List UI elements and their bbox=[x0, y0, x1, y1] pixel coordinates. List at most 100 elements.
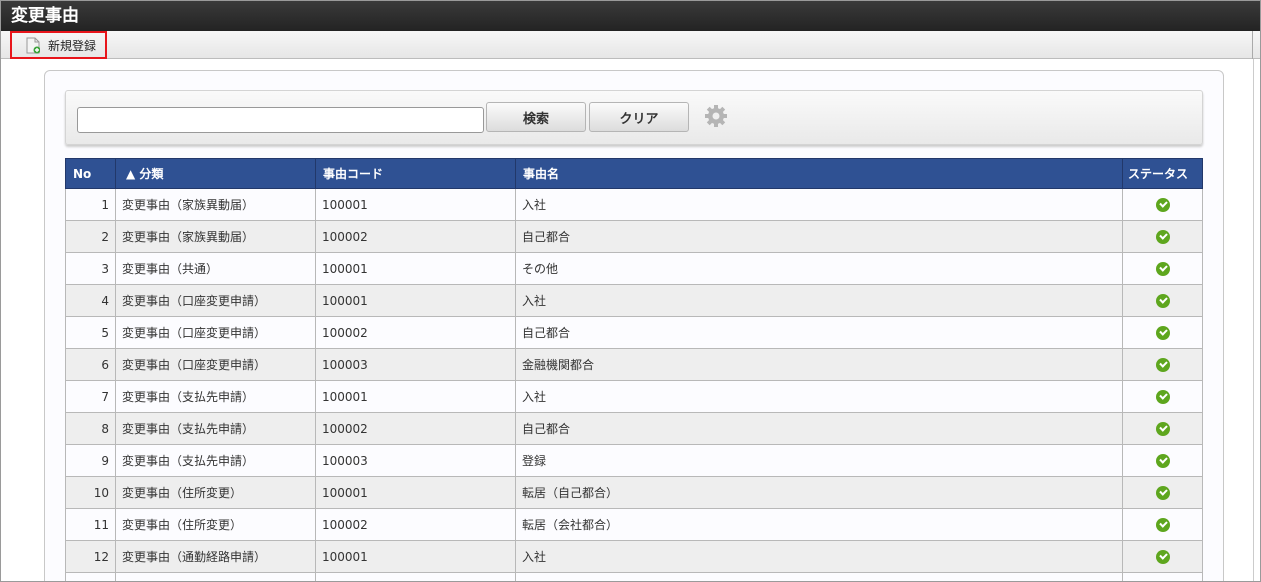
cell-status bbox=[1122, 540, 1203, 573]
cell-category[interactable]: 変更事由（口座変更申請） bbox=[115, 316, 316, 349]
table-row[interactable]: 3 変更事由（共通） 100001 その他 bbox=[65, 252, 1203, 285]
table-row[interactable] bbox=[65, 572, 1203, 581]
cell-no: 5 bbox=[65, 316, 116, 349]
cell-name: 入社 bbox=[515, 540, 1123, 573]
cell-empty bbox=[65, 572, 116, 581]
cell-name: 転居（自己都合） bbox=[515, 476, 1123, 509]
cell-status bbox=[1122, 252, 1203, 285]
cell-code: 100003 bbox=[315, 348, 516, 381]
check-circle-icon bbox=[1155, 453, 1170, 468]
search-button[interactable]: 検索 bbox=[486, 102, 586, 132]
right-divider bbox=[1253, 59, 1254, 581]
cell-status bbox=[1122, 348, 1203, 381]
check-circle-icon bbox=[1155, 389, 1170, 404]
cell-code: 100002 bbox=[315, 412, 516, 445]
col-status[interactable]: ステータス bbox=[1122, 158, 1203, 189]
cell-category[interactable]: 変更事由（住所変更） bbox=[115, 476, 316, 509]
content-panel: 検索 クリア No ▲ 分類 事由コード 事由名 ステータス 1 変更事由（家族… bbox=[44, 70, 1224, 581]
cell-code: 100001 bbox=[315, 188, 516, 221]
clear-button[interactable]: クリア bbox=[589, 102, 689, 132]
cell-no: 12 bbox=[65, 540, 116, 573]
cell-status bbox=[1122, 220, 1203, 253]
table-row[interactable]: 6 変更事由（口座変更申請） 100003 金融機関都合 bbox=[65, 348, 1203, 381]
gear-icon[interactable] bbox=[704, 104, 728, 128]
cell-name: 自己都合 bbox=[515, 220, 1123, 253]
col-no[interactable]: No bbox=[65, 158, 116, 189]
cell-category[interactable]: 変更事由（通勤経路申請） bbox=[115, 540, 316, 573]
table-row[interactable]: 1 変更事由（家族異動届） 100001 入社 bbox=[65, 188, 1203, 221]
search-input[interactable] bbox=[77, 107, 484, 133]
check-circle-icon bbox=[1155, 293, 1170, 308]
table-row[interactable]: 11 変更事由（住所変更） 100002 転居（会社都合） bbox=[65, 508, 1203, 541]
new-registration-button[interactable]: 新規登録 bbox=[10, 31, 107, 59]
check-circle-icon bbox=[1155, 261, 1170, 276]
cell-status bbox=[1122, 316, 1203, 349]
cell-category[interactable]: 変更事由（住所変更） bbox=[115, 508, 316, 541]
check-circle-icon bbox=[1155, 421, 1170, 436]
toolbar-divider bbox=[1252, 31, 1253, 59]
table-header: No ▲ 分類 事由コード 事由名 ステータス bbox=[65, 158, 1203, 189]
cell-name: その他 bbox=[515, 252, 1123, 285]
cell-category[interactable]: 変更事由（支払先申請） bbox=[115, 380, 316, 413]
cell-no: 4 bbox=[65, 284, 116, 317]
cell-empty bbox=[1122, 572, 1203, 581]
cell-status bbox=[1122, 412, 1203, 445]
cell-code: 100001 bbox=[315, 380, 516, 413]
cell-no: 7 bbox=[65, 380, 116, 413]
table-row[interactable]: 7 変更事由（支払先申請） 100001 入社 bbox=[65, 380, 1203, 413]
cell-no: 6 bbox=[65, 348, 116, 381]
check-circle-icon bbox=[1155, 197, 1170, 212]
cell-name: 転居（会社都合） bbox=[515, 508, 1123, 541]
cell-category[interactable]: 変更事由（共通） bbox=[115, 252, 316, 285]
cell-name: 入社 bbox=[515, 284, 1123, 317]
cell-status bbox=[1122, 444, 1203, 477]
cell-category[interactable]: 変更事由（口座変更申請） bbox=[115, 284, 316, 317]
cell-code: 100001 bbox=[315, 540, 516, 573]
cell-category[interactable]: 変更事由（口座変更申請） bbox=[115, 348, 316, 381]
check-circle-icon bbox=[1155, 549, 1170, 564]
check-circle-icon bbox=[1155, 517, 1170, 532]
table-row[interactable]: 12 変更事由（通勤経路申請） 100001 入社 bbox=[65, 540, 1203, 573]
col-code[interactable]: 事由コード bbox=[315, 158, 516, 189]
toolbar: 新規登録 bbox=[1, 31, 1260, 59]
cell-empty bbox=[515, 572, 1123, 581]
table-row[interactable]: 5 変更事由（口座変更申請） 100002 自己都合 bbox=[65, 316, 1203, 349]
table-row[interactable]: 9 変更事由（支払先申請） 100003 登録 bbox=[65, 444, 1203, 477]
cell-name: 入社 bbox=[515, 380, 1123, 413]
cell-no: 11 bbox=[65, 508, 116, 541]
table-row[interactable]: 2 変更事由（家族異動届） 100002 自己都合 bbox=[65, 220, 1203, 253]
col-name[interactable]: 事由名 bbox=[515, 158, 1123, 189]
reason-table: No ▲ 分類 事由コード 事由名 ステータス 1 変更事由（家族異動届） 10… bbox=[65, 158, 1203, 581]
check-circle-icon bbox=[1155, 325, 1170, 340]
table-row[interactable]: 4 変更事由（口座変更申請） 100001 入社 bbox=[65, 284, 1203, 317]
cell-no: 10 bbox=[65, 476, 116, 509]
cell-code: 100001 bbox=[315, 476, 516, 509]
cell-code: 100001 bbox=[315, 284, 516, 317]
cell-status bbox=[1122, 508, 1203, 541]
table-row[interactable]: 8 変更事由（支払先申請） 100002 自己都合 bbox=[65, 412, 1203, 445]
cell-no: 3 bbox=[65, 252, 116, 285]
cell-code: 100002 bbox=[315, 316, 516, 349]
cell-name: 金融機関都合 bbox=[515, 348, 1123, 381]
cell-no: 1 bbox=[65, 188, 116, 221]
cell-name: 自己都合 bbox=[515, 316, 1123, 349]
cell-name: 自己都合 bbox=[515, 412, 1123, 445]
cell-status bbox=[1122, 476, 1203, 509]
cell-name: 入社 bbox=[515, 188, 1123, 221]
cell-name: 登録 bbox=[515, 444, 1123, 477]
cell-empty bbox=[115, 572, 316, 581]
cell-code: 100001 bbox=[315, 252, 516, 285]
cell-status bbox=[1122, 284, 1203, 317]
check-circle-icon bbox=[1155, 357, 1170, 372]
cell-code: 100002 bbox=[315, 508, 516, 541]
cell-status bbox=[1122, 188, 1203, 221]
check-circle-icon bbox=[1155, 229, 1170, 244]
cell-category[interactable]: 変更事由（支払先申請） bbox=[115, 444, 316, 477]
table-row[interactable]: 10 変更事由（住所変更） 100001 転居（自己都合） bbox=[65, 476, 1203, 509]
search-bar: 検索 クリア bbox=[65, 90, 1203, 145]
col-category[interactable]: ▲ 分類 bbox=[115, 158, 316, 189]
cell-no: 2 bbox=[65, 220, 116, 253]
cell-category[interactable]: 変更事由（家族異動届） bbox=[115, 188, 316, 221]
cell-category[interactable]: 変更事由（支払先申請） bbox=[115, 412, 316, 445]
cell-category[interactable]: 変更事由（家族異動届） bbox=[115, 220, 316, 253]
